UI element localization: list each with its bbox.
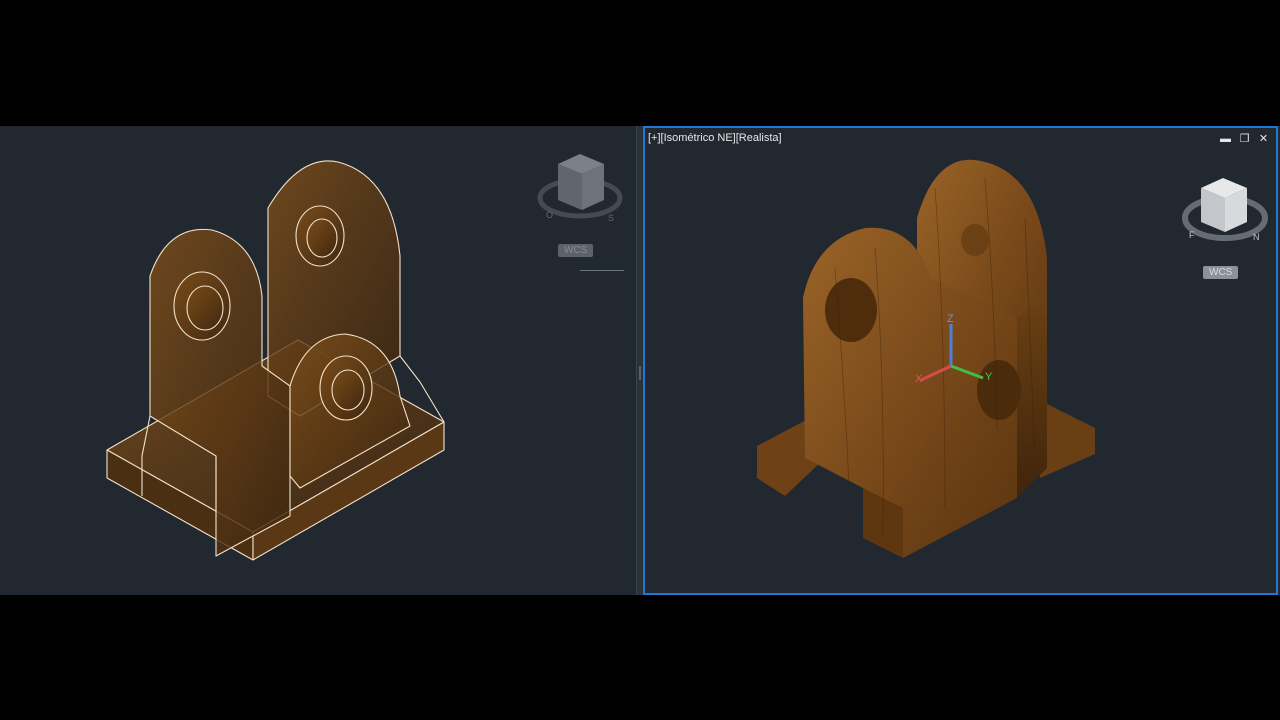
viewcube-left[interactable]: O S xyxy=(0,126,636,595)
letterbox-bottom xyxy=(0,595,1280,720)
compass-s-label: S xyxy=(608,213,614,223)
wcs-menu-right[interactable]: WCS xyxy=(1203,266,1239,279)
viewcube-right[interactable]: F N xyxy=(1182,178,1268,242)
ucs-x-label: X xyxy=(915,373,923,385)
letterbox-top xyxy=(0,0,1280,126)
splitter-grip[interactable] xyxy=(639,366,641,380)
autocad-workspace: O S WCS [+][Isométrico NE][Realista] ▬ ❐… xyxy=(0,126,1280,595)
viewport-splitter[interactable] xyxy=(636,126,643,595)
ucs-z-label: Z xyxy=(947,313,954,325)
wcs-menu-left[interactable]: WCS xyxy=(558,244,594,257)
realistic-model-view[interactable]: Z X Y F N xyxy=(645,128,1276,593)
compass-o-label: O xyxy=(546,210,553,220)
ucs-indicator-lines xyxy=(580,270,624,271)
viewport-left[interactable]: O S WCS xyxy=(0,126,636,595)
ucs-y-label: Y xyxy=(985,371,993,383)
wood-bracket-model xyxy=(757,159,1095,559)
viewport-right[interactable]: [+][Isométrico NE][Realista] ▬ ❐ ✕ Z X Y… xyxy=(643,126,1278,595)
compass-f-label: F xyxy=(1189,230,1195,240)
compass-n-label: N xyxy=(1253,232,1260,242)
